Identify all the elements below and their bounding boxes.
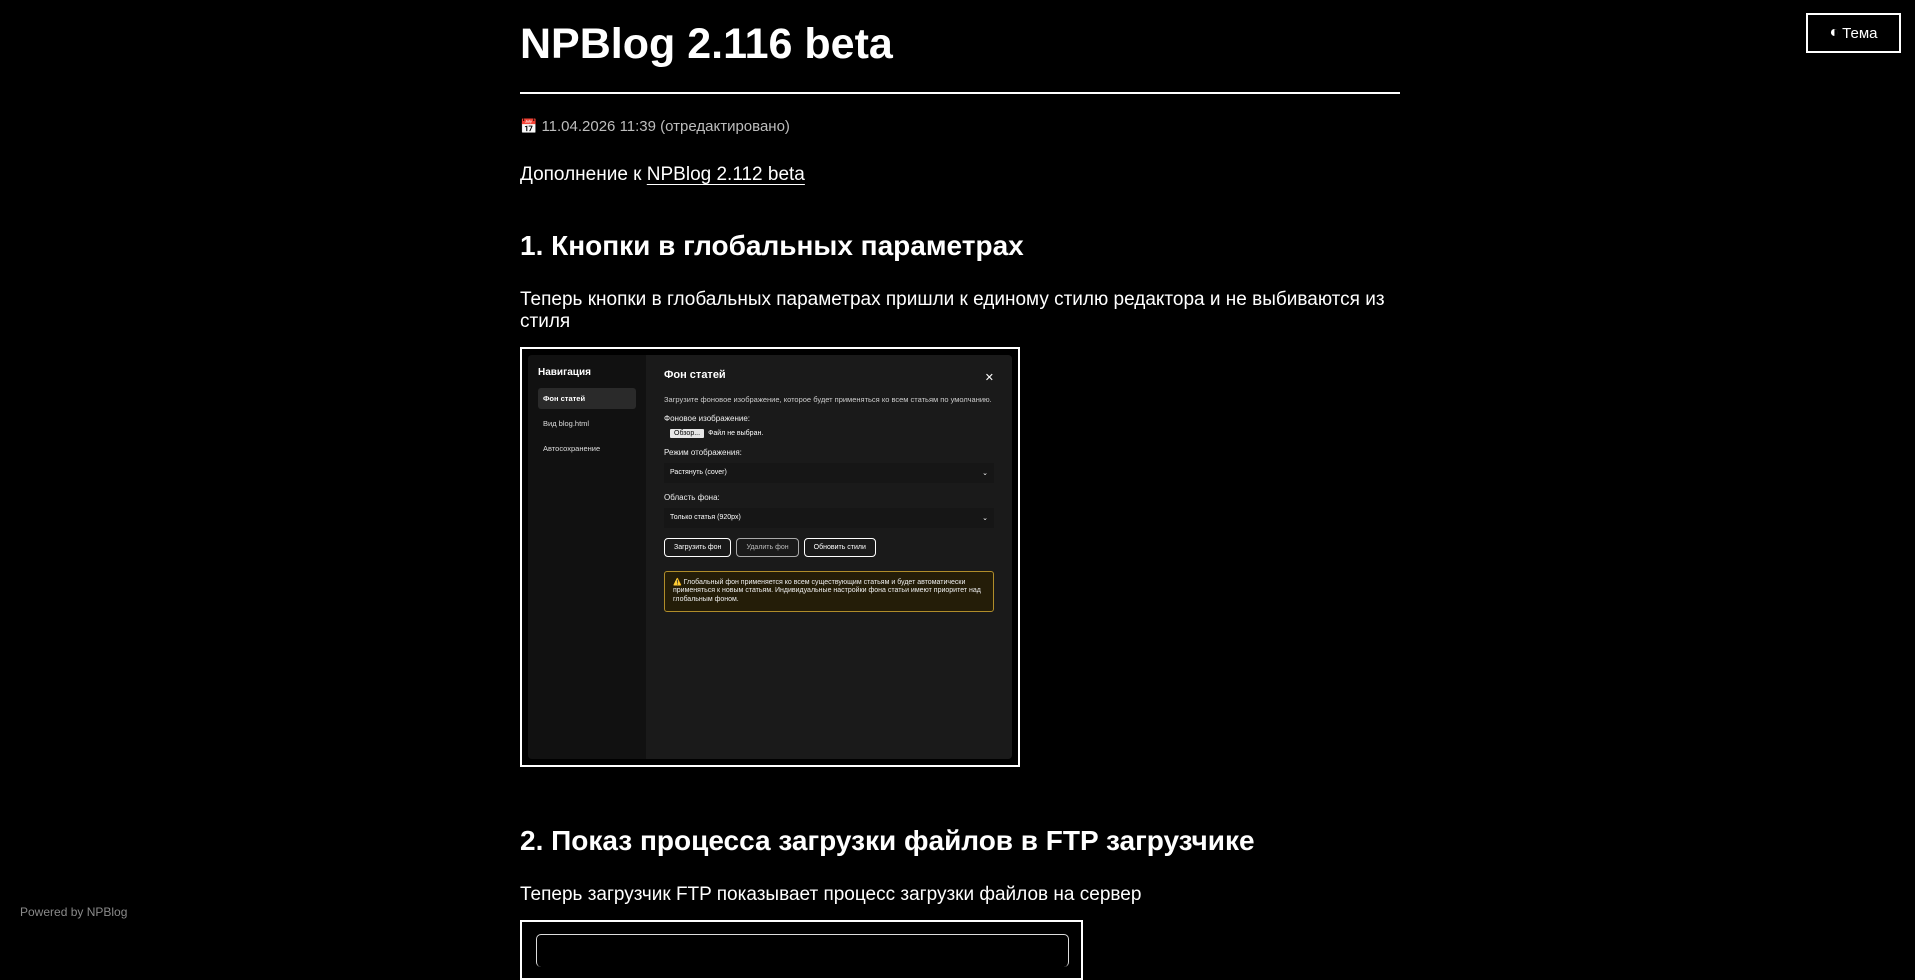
footer: Powered by NPBlog — [20, 905, 128, 919]
post-lead: Дополнение к NPBlog 2.112 beta — [520, 164, 1400, 186]
file-picker: Обзор... Файл не выбран. — [670, 429, 994, 438]
area-select: Только статья (920px) ⌄ — [664, 508, 994, 528]
browse-button: Обзор... — [670, 429, 705, 438]
nav-title: Навигация — [538, 367, 591, 378]
section-1-heading: 1. Кнопки в глобальных параметрах — [520, 230, 1024, 261]
refresh-styles-button: Обновить стили — [803, 538, 876, 557]
section-2-screenshot — [520, 920, 1083, 980]
post-meta: 📅 11.04.2026 11:39 (отредактировано) — [520, 118, 1400, 135]
calendar-icon: 📅 — [520, 118, 538, 134]
nav-item-backgrounds: Фон статей — [538, 388, 636, 409]
related-post-link[interactable]: NPBlog 2.112 beta — [647, 164, 805, 185]
no-file-text: Файл не выбран. — [708, 430, 764, 437]
theme-button-label: Тема — [1842, 24, 1878, 42]
section-2-text: Теперь загрузчик FTP показывает процесс … — [520, 884, 1142, 905]
post-date: 11.04.2026 11:39 (отредактировано) — [541, 118, 790, 135]
panel-description: Загрузите фоновое изображение, которое б… — [664, 395, 992, 404]
section-2-heading: 2. Показ процесса загрузки файлов в FTP … — [520, 825, 1255, 856]
bg-image-label: Фоновое изображение: — [664, 414, 751, 423]
article: NPBlog 2.116 beta 📅 11.04.2026 11:39 (от… — [520, 0, 1400, 980]
mode-label: Режим отображения: — [664, 448, 742, 457]
close-icon: ✕ — [984, 372, 994, 384]
section-1-text: Теперь кнопки в глобальных параметрах пр… — [520, 289, 1385, 332]
settings-modal: Навигация Фон статей Вид blog.html Автос… — [528, 355, 1012, 759]
panel-buttons: Загрузить фон Удалить фон Обновить стили — [664, 538, 994, 557]
area-select-value: Только статья (920px) — [670, 514, 741, 521]
chevron-down-icon: ⌄ — [982, 515, 988, 522]
warning-box: ⚠️ Глобальный фон применяется ко всем су… — [664, 571, 994, 613]
lead-prefix: Дополнение к — [520, 164, 642, 185]
delete-bg-button: Удалить фон — [736, 538, 799, 557]
upload-bg-button: Загрузить фон — [664, 538, 732, 557]
area-label: Область фона: — [664, 493, 720, 502]
settings-nav: Навигация Фон статей Вид blog.html Автос… — [528, 355, 646, 759]
chevron-down-icon: ⌄ — [982, 470, 988, 477]
section-1-screenshot: Навигация Фон статей Вид blog.html Автос… — [520, 347, 1020, 767]
mode-select-value: Растянуть (cover) — [670, 469, 727, 476]
theme-toggle-button[interactable]: ◐ Тема — [1806, 13, 1901, 53]
post-title: NPBlog 2.116 beta — [520, 0, 1400, 94]
settings-panel: Фон статей ✕ Загрузите фоновое изображен… — [646, 355, 1012, 759]
nav-item-autosave: Автосохранение — [543, 444, 601, 453]
panel-title: Фон статей — [664, 369, 726, 381]
mode-select: Растянуть (cover) ⌄ — [664, 463, 994, 483]
nav-item-blog-view: Вид blog.html — [543, 419, 590, 428]
half-moon-icon: ◐ — [1829, 24, 1840, 41]
